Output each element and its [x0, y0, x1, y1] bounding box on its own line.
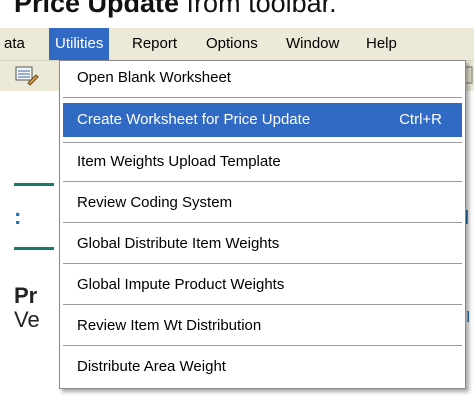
menu-item-label: Global Impute Product Weights — [77, 276, 285, 293]
menu-item-shortcut: Ctrl+R — [399, 111, 442, 128]
menu-help[interactable]: Help — [360, 28, 403, 60]
menu-item-review-wt-distribution[interactable]: Review Item Wt Distribution — [60, 309, 465, 343]
accent-colon: : — [14, 204, 22, 229]
utilities-dropdown-menu: Open Blank Worksheet Create Worksheet fo… — [59, 60, 466, 389]
menu-separator — [63, 97, 462, 99]
menu-window[interactable]: Window — [280, 28, 345, 60]
menu-utilities[interactable]: Utilities — [49, 28, 110, 60]
menu-separator — [63, 304, 462, 306]
menu-item-label: Review Item Wt Distribution — [77, 317, 262, 334]
bg-text-pr: Pr — [14, 283, 38, 308]
menu-separator — [63, 345, 462, 347]
menu-item-label: Item Weights Upload Template — [77, 153, 281, 170]
menu-item-global-distribute-weights[interactable]: Global Distribute Item Weights — [60, 227, 465, 261]
menu-data[interactable]: ata — [0, 28, 31, 60]
menu-item-label: Review Coding System — [77, 194, 233, 211]
edit-worksheet-icon[interactable] — [14, 63, 40, 87]
heading-bold: Price Update — [14, 0, 180, 18]
menu-separator — [63, 142, 462, 144]
menu-bar: ata Utilities Report Options Window Help — [0, 28, 474, 61]
page-heading: Price Update from toolbar. — [14, 0, 474, 18]
menu-item-global-impute-weights[interactable]: Global Impute Product Weights — [60, 268, 465, 302]
decor-line-bottom — [14, 247, 54, 250]
bg-text-ve: Ve — [14, 307, 40, 332]
menu-separator — [63, 222, 462, 224]
menu-separator — [63, 263, 462, 265]
menu-item-weights-upload-template[interactable]: Item Weights Upload Template — [60, 145, 465, 179]
menu-item-label: Global Distribute Item Weights — [77, 235, 280, 252]
accent-right-i-lower: I — [466, 309, 471, 326]
decor-line-top — [14, 183, 54, 186]
menu-item-open-blank-worksheet[interactable]: Open Blank Worksheet — [60, 61, 465, 95]
menu-separator — [63, 181, 462, 183]
menu-item-distribute-area-weight[interactable]: Distribute Area Weight — [60, 350, 465, 384]
menu-options[interactable]: Options — [200, 28, 264, 60]
heading-normal: from toolbar. — [179, 0, 337, 18]
menu-item-review-coding-system[interactable]: Review Coding System — [60, 186, 465, 220]
menu-item-create-worksheet[interactable]: Create Worksheet for Price Update Ctrl+R — [63, 103, 462, 137]
menu-item-label: Distribute Area Weight — [77, 358, 226, 375]
menu-item-label: Open Blank Worksheet — [77, 69, 231, 86]
menu-item-label: Create Worksheet for Price Update — [77, 111, 311, 128]
menu-report[interactable]: Report — [126, 28, 183, 60]
